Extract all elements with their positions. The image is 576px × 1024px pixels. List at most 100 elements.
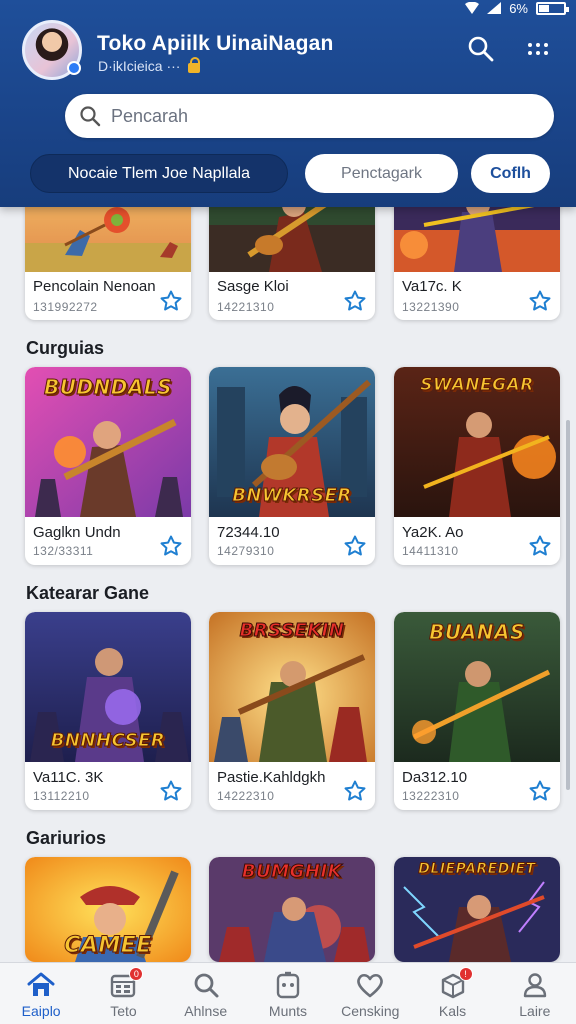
search-icon	[80, 106, 101, 127]
game-name: 72344.10	[217, 524, 280, 541]
profile-icon	[523, 973, 547, 998]
nav-label: Ahlnse	[184, 1003, 228, 1019]
nav-item-search[interactable]: Ahlnse	[165, 963, 247, 1024]
game-banner: BUMGHIK	[241, 861, 343, 883]
game-meta: 14221310	[217, 300, 275, 314]
subtitle-text: D·ikIcieica ···	[98, 58, 181, 74]
game-meta: 131992272	[33, 300, 98, 314]
nav-label: Munts	[268, 1003, 308, 1019]
game-thumbnail: BRSSEKIN	[209, 612, 375, 762]
game-name: Pencolain Nenoan	[33, 278, 156, 295]
game-card[interactable]: BUMGHIK	[209, 857, 375, 962]
bottom-navigation: Eaiplo 0 Teto Ahlnse Munts Censking ! Ka…	[0, 962, 576, 1024]
search-icon	[194, 973, 219, 998]
filter-chip-active[interactable]: Nocaie Tlem Joe Napllala	[30, 154, 288, 193]
section-title: Gariurios	[26, 828, 107, 848]
game-meta: 14411310	[402, 544, 459, 558]
search-bar[interactable]	[65, 94, 554, 138]
nav-label: Laire	[519, 1003, 551, 1019]
favorite-star-icon[interactable]	[528, 779, 552, 803]
game-thumbnail: BNWKRSER	[209, 367, 375, 517]
nav-item-profile[interactable]: Laire	[494, 963, 576, 1024]
nav-item-home[interactable]: Eaiplo	[0, 963, 82, 1024]
game-thumbnail: BUMGHIK	[209, 857, 375, 962]
wifi-icon	[465, 2, 480, 14]
game-name: Pastie.Kahldgkh	[217, 769, 326, 786]
section-title: Curguias	[26, 338, 105, 358]
filter-chip[interactable]: Coflh	[471, 154, 550, 193]
nav-item-teto[interactable]: 0 Teto	[82, 963, 164, 1024]
game-meta: 132/33311	[33, 544, 94, 558]
game-card[interactable]: BNWKRSER 72344.10 14279310	[209, 367, 375, 565]
search-icon	[468, 36, 494, 62]
favorite-star-icon[interactable]	[343, 289, 367, 313]
game-card[interactable]: BUDNDALS Gaglkn Undn 132/33311	[25, 367, 191, 565]
status-bar: 6%	[465, 0, 569, 16]
avatar[interactable]	[22, 20, 82, 80]
game-banner: BNWKRSER	[232, 485, 352, 507]
nav-label: Censking	[341, 1003, 400, 1019]
game-banner: BUANAS	[429, 620, 525, 645]
favorite-star-icon[interactable]	[343, 779, 367, 803]
more-options-button[interactable]	[522, 33, 554, 65]
search-input[interactable]	[111, 105, 511, 127]
game-name: Va11C. 3K	[33, 769, 104, 786]
nav-item-kals[interactable]: ! Kals	[411, 963, 493, 1024]
game-banner: BUDNDALS	[43, 375, 173, 400]
favorite-star-icon[interactable]	[159, 289, 183, 313]
favorite-star-icon[interactable]	[528, 534, 552, 558]
game-thumbnail: SWANEGAR	[394, 367, 560, 517]
game-meta: 13222310	[402, 789, 460, 803]
gamepad-icon	[276, 971, 300, 999]
lock-icon	[188, 57, 201, 73]
heart-icon	[357, 973, 384, 998]
game-card[interactable]: SWANEGAR Ya2K. Ao 14411310	[394, 367, 560, 565]
header-search-button[interactable]	[465, 33, 497, 65]
scrollbar[interactable]	[566, 420, 570, 790]
battery-text: 6%	[509, 0, 528, 16]
game-meta: 13221390	[402, 300, 460, 314]
signal-icon	[487, 2, 502, 14]
game-banner: BRSSEKIN	[239, 620, 345, 642]
game-banner: CAMEE	[64, 933, 152, 959]
game-card[interactable]: CAMEE	[25, 857, 191, 962]
game-card[interactable]: DLIEPAREDIET	[394, 857, 560, 962]
home-icon	[27, 972, 55, 996]
nav-label: Kals	[438, 1003, 467, 1019]
game-name: Gaglkn Undn	[33, 524, 121, 541]
notification-badge: !	[458, 967, 473, 981]
game-thumbnail: DLIEPAREDIET	[394, 857, 560, 962]
notification-badge: 0	[129, 967, 144, 981]
game-thumbnail: BNNHCSER	[25, 612, 191, 762]
battery-icon	[536, 1, 569, 15]
nav-item-censking[interactable]: Censking	[329, 963, 411, 1024]
game-banner: SWANEGAR	[420, 375, 534, 396]
game-banner: BNNHCSER	[50, 730, 166, 752]
game-thumbnail: CAMEE	[25, 857, 191, 962]
nav-label: Eaiplo	[21, 1003, 61, 1019]
favorite-star-icon[interactable]	[528, 289, 552, 313]
app-header: 6% Toko Apiilk UinaiNagan D·ikIcieica ··…	[0, 0, 576, 207]
section-title: Katearar Gane	[26, 583, 150, 603]
nav-item-munts[interactable]: Munts	[247, 963, 329, 1024]
game-name: Va17c. K	[402, 278, 462, 295]
game-thumbnail: BUANAS	[394, 612, 560, 762]
game-card[interactable]: BNNHCSER Va11C. 3K 13112210	[25, 612, 191, 810]
favorite-star-icon[interactable]	[159, 779, 183, 803]
page-title: Toko Apiilk UinaiNagan	[97, 32, 334, 55]
online-indicator	[67, 61, 81, 75]
filter-chip[interactable]: Penctagark	[305, 154, 458, 193]
game-banner: DLIEPAREDIET	[418, 861, 536, 878]
game-thumbnail: BUDNDALS	[25, 367, 191, 517]
game-name: Sasge Kloi	[217, 278, 289, 295]
favorite-star-icon[interactable]	[343, 534, 367, 558]
game-name: Ya2K. Ao	[402, 524, 464, 541]
game-meta: 14222310	[217, 789, 275, 803]
game-meta: 14279310	[217, 544, 275, 558]
game-name: Da312.10	[402, 769, 468, 786]
nav-label: Teto	[110, 1003, 137, 1019]
game-card[interactable]: BUANAS Da312.10 13222310	[394, 612, 560, 810]
game-card[interactable]: BRSSEKIN Pastie.Kahldgkh 14222310	[209, 612, 375, 810]
page-subtitle: D·ikIcieica ···	[98, 57, 201, 74]
favorite-star-icon[interactable]	[159, 534, 183, 558]
